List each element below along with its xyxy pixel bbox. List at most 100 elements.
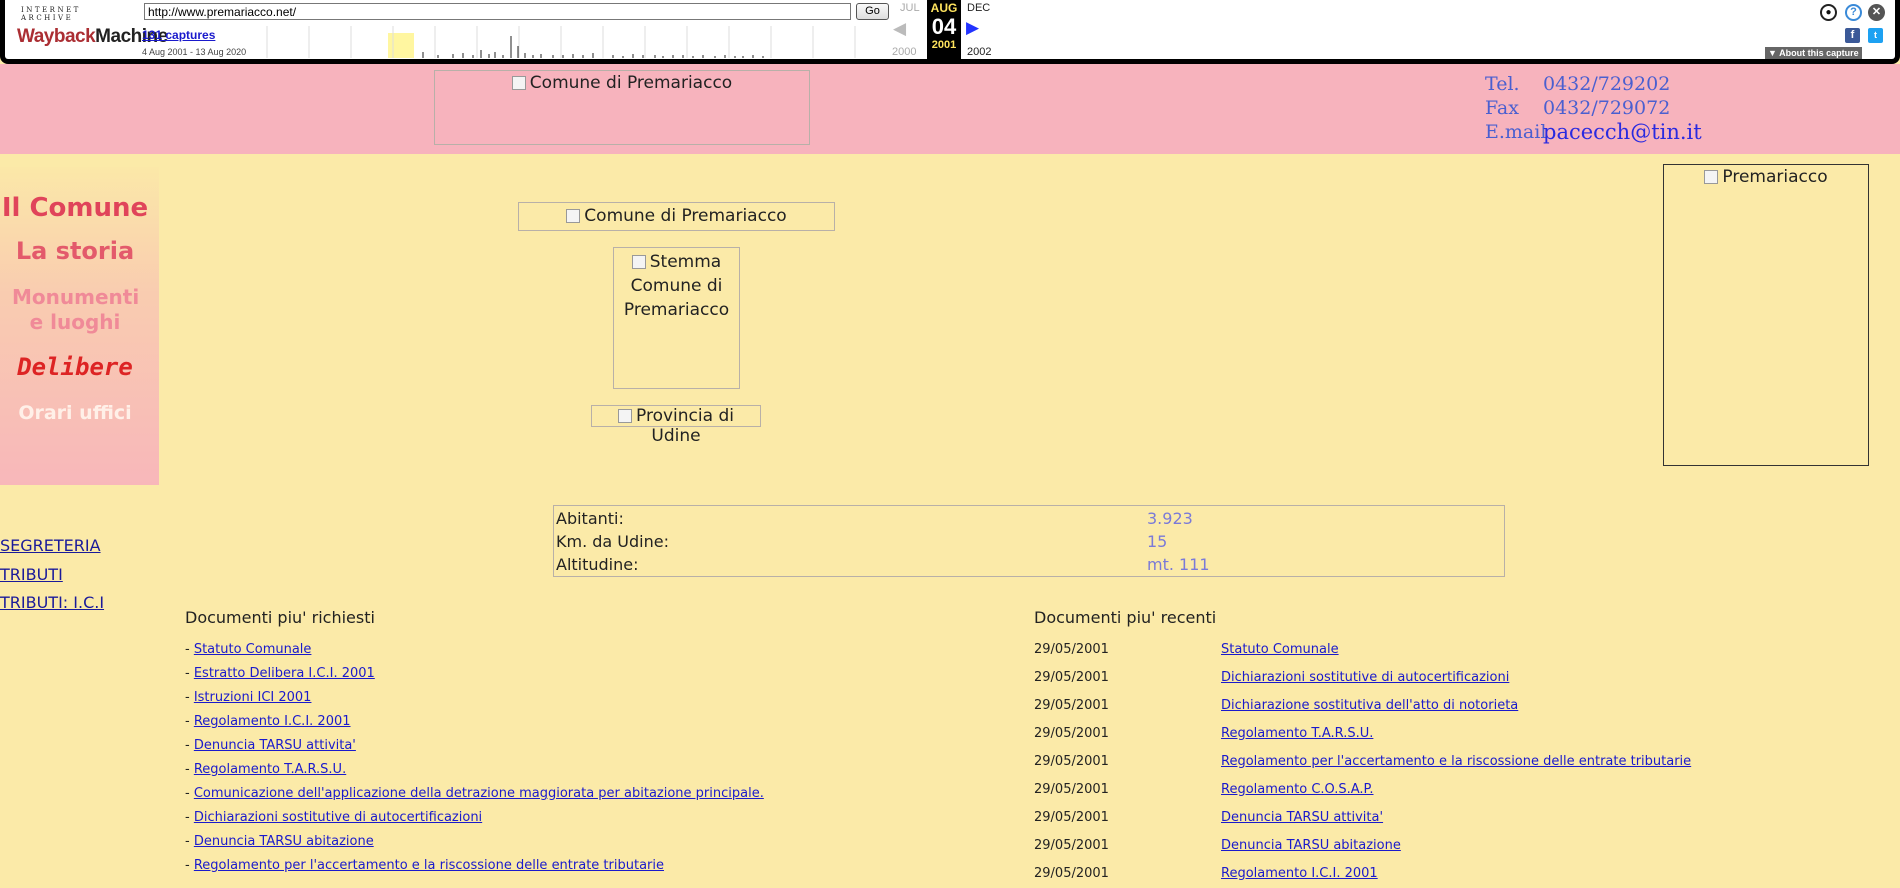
contact-row: Tel. 0432/729202 [1485, 72, 1702, 96]
document-date: 29/05/2001 [1034, 838, 1109, 853]
popular-docs-title: Documenti piu' richiesti [185, 608, 375, 627]
wayback-toolbar: INTERNET ARCHIVE WaybackMachine Go 131 c… [0, 0, 1900, 64]
document-link[interactable]: Regolamento C.O.S.A.P. [1221, 776, 1374, 804]
about-capture-button[interactable]: ▼ About this capture [1765, 47, 1862, 59]
broken-image-icon [631, 255, 646, 269]
info-row: Altitudine: mt. 111 [554, 553, 1504, 576]
document-link[interactable]: Denuncia TARSU abitazione [194, 834, 374, 849]
capture-date-range: 4 Aug 2001 - 13 Aug 2020 [142, 47, 247, 57]
broken-image-icon [511, 76, 526, 90]
department-links: SEGRETERIA TRIBUTI TRIBUTI: I.C.I [0, 532, 104, 618]
document-link[interactable]: Istruzioni ICI 2001 [194, 690, 312, 705]
document-date: 29/05/2001 [1034, 698, 1109, 713]
capture-sparkline[interactable] [263, 24, 893, 58]
document-link[interactable]: Denuncia TARSU attivita' [194, 738, 356, 753]
list-item: 29/05/2001 Regolamento C.O.S.A.P. [1034, 776, 1691, 804]
document-link[interactable]: Regolamento T.A.R.S.U. [1221, 720, 1373, 748]
menu-delibere[interactable]: Delibere [0, 353, 150, 381]
menu-orari-uffici[interactable]: Orari uffici [0, 402, 150, 424]
prev-month[interactable]: JUL [900, 2, 920, 14]
info-value: 15 [1147, 532, 1168, 551]
document-link[interactable]: Regolamento I.C.I. 2001 [1221, 860, 1378, 888]
help-icon[interactable]: ? [1845, 4, 1862, 21]
document-link[interactable]: Dichiarazioni sostitutive di autocertifi… [194, 810, 482, 825]
info-row: Abitanti: 3.923 [554, 507, 1504, 530]
title-image: Comune di Premariacco [518, 202, 835, 231]
list-item: 29/05/2001 Dichiarazione sostitutiva dell… [1034, 692, 1691, 720]
list-item: - Regolamento T.A.R.S.U. [185, 762, 347, 777]
contact-row: Fax 0432/729072 [1485, 96, 1702, 120]
go-button[interactable]: Go [856, 3, 889, 20]
list-item: - Denuncia TARSU attivita' [185, 738, 356, 753]
department-link[interactable]: SEGRETERIA [0, 532, 104, 561]
list-item: - Statuto Comunale [185, 642, 312, 657]
current-year: 2001 [931, 39, 957, 51]
twitter-icon[interactable]: t [1868, 28, 1883, 43]
list-item: - Dichiarazioni sostitutive di autocerti… [185, 810, 483, 825]
document-link[interactable]: Statuto Comunale [194, 642, 312, 657]
wayback-tools: ● ? ✕ f t ▼ About this capture [1765, 0, 1887, 60]
prev-capture-arrow-icon[interactable]: ◀ [893, 19, 906, 39]
account-icon[interactable]: ● [1820, 4, 1837, 21]
list-item: - Denuncia TARSU abitazione [185, 834, 374, 849]
list-item: - Estratto Delibera I.C.I. 2001 [185, 666, 375, 681]
list-item: - Comunicazione dell'applicazione della … [185, 786, 764, 801]
close-icon[interactable]: ✕ [1868, 4, 1885, 21]
current-capture-date: AUG 04 2001 [927, 0, 961, 60]
document-date: 29/05/2001 [1034, 670, 1109, 685]
premariacco-photo: Premariacco [1663, 164, 1869, 466]
broken-image-icon [618, 409, 633, 423]
document-link[interactable]: Estratto Delibera I.C.I. 2001 [194, 666, 375, 681]
current-day: 04 [931, 14, 957, 39]
list-item: - Istruzioni ICI 2001 [185, 690, 312, 705]
next-capture-arrow-icon[interactable]: ▶ [966, 18, 979, 38]
document-date: 29/05/2001 [1034, 642, 1109, 657]
contact-value: 0432/729072 [1543, 97, 1671, 119]
info-label: Abitanti: [556, 509, 624, 528]
logo-wayback-machine: WaybackMachine [17, 26, 168, 47]
info-value: 3.923 [1147, 509, 1193, 528]
document-link[interactable]: Denuncia TARSU attivita' [1221, 804, 1383, 832]
info-value: mt. 111 [1147, 555, 1210, 574]
next-month[interactable]: DEC [967, 2, 990, 14]
menu-la-storia[interactable]: La storia [0, 237, 150, 265]
recent-docs-list: 29/05/2001 Statuto Comunale 29/05/2001 Dich… [1034, 636, 1691, 888]
department-link[interactable]: TRIBUTI [0, 561, 104, 590]
document-link[interactable]: Dichiarazione sostitutiva dell'atto di n… [1221, 692, 1518, 720]
document-link[interactable]: Statuto Comunale [1221, 636, 1339, 664]
list-item: 29/05/2001 Denuncia TARSU abitazione [1034, 832, 1691, 860]
document-link[interactable]: Denuncia TARSU abitazione [1221, 832, 1401, 860]
list-item: - Regolamento per l'accertamento e la ri… [185, 858, 664, 873]
document-date: 29/05/2001 [1034, 866, 1109, 881]
document-date: 29/05/2001 [1034, 782, 1109, 797]
main-menu: Il Comune La storia Monumenti e luoghi D… [0, 167, 159, 485]
contact-label: Fax [1485, 97, 1519, 119]
captures-link[interactable]: 131 captures [142, 28, 215, 42]
document-link[interactable]: Regolamento per l'accertamento e la risc… [1221, 748, 1691, 776]
next-year[interactable]: 2002 [967, 46, 991, 58]
document-link[interactable]: Regolamento per l'accertamento e la risc… [194, 858, 664, 873]
info-label: Altitudine: [556, 555, 639, 574]
menu-il-comune[interactable]: Il Comune [0, 193, 150, 223]
current-month: AUG [930, 1, 958, 15]
document-date: 29/05/2001 [1034, 726, 1109, 741]
document-link[interactable]: Regolamento I.C.I. 2001 [194, 714, 351, 729]
wayback-url-input[interactable] [144, 3, 851, 20]
prev-year[interactable]: 2000 [892, 46, 916, 58]
town-info-table: Abitanti: 3.923 Km. da Udine: 15 Altitudine:… [553, 505, 1505, 577]
document-link[interactable]: Comunicazione dell'applicazione della de… [194, 786, 764, 801]
logo-internet-archive: INTERNET ARCHIVE [21, 6, 81, 22]
contact-email[interactable]: pacecch@tin.it [1543, 120, 1702, 144]
list-item: 29/05/2001 Regolamento per l'accertamento… [1034, 748, 1691, 776]
broken-image-icon [1704, 170, 1719, 184]
document-link[interactable]: Dichiarazioni sostitutive di autocertifi… [1221, 664, 1509, 692]
provincia-image[interactable]: Provincia di Udine [591, 405, 761, 446]
document-link[interactable]: Regolamento T.A.R.S.U. [194, 762, 346, 777]
contact-label: Tel. [1485, 73, 1520, 95]
wayback-logo[interactable]: INTERNET ARCHIVE WaybackMachine [17, 6, 168, 56]
facebook-icon[interactable]: f [1845, 28, 1860, 43]
menu-monumenti[interactable]: Monumenti e luoghi [0, 285, 150, 335]
department-link[interactable]: TRIBUTI: I.C.I [0, 589, 104, 618]
contact-label: E.mail [1485, 121, 1547, 143]
contact-row: E.mail pacecch@tin.it [1485, 120, 1702, 144]
